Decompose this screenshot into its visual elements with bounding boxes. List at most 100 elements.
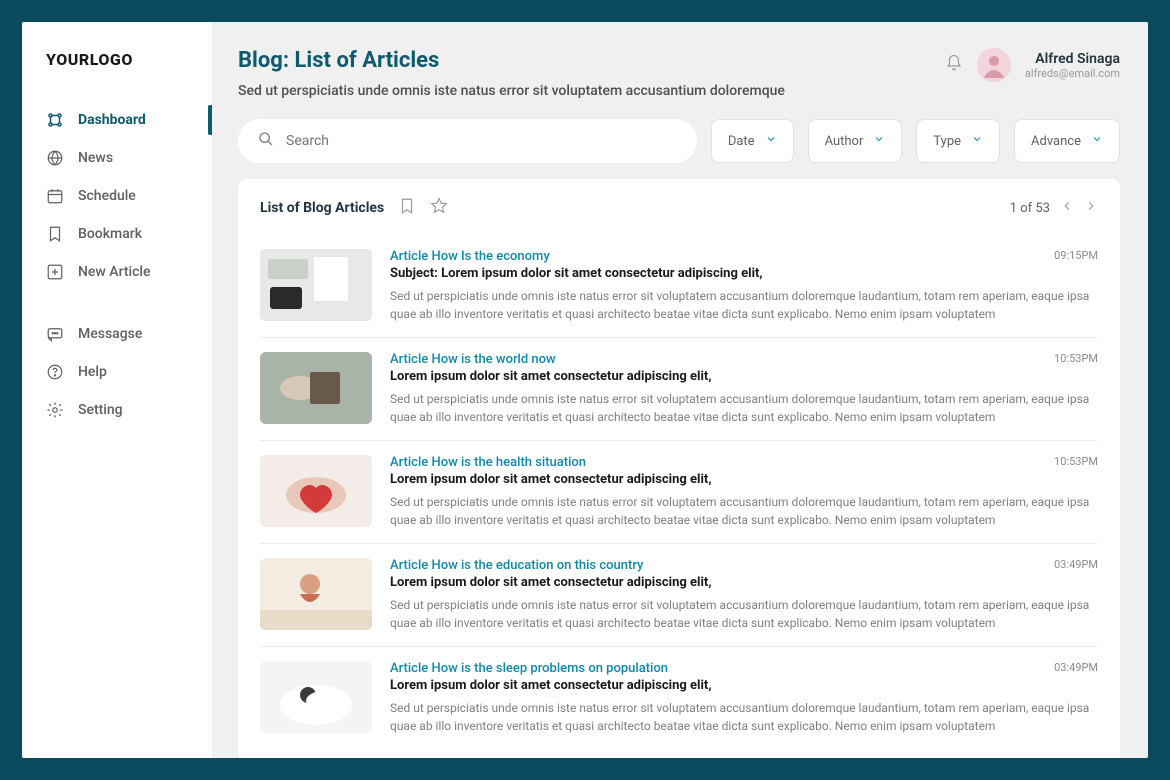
article-time: 10:53PM [1054, 352, 1098, 365]
sidebar-item-schedule[interactable]: Schedule [22, 177, 212, 215]
article-thumbnail [260, 352, 372, 424]
article-thumbnail [260, 661, 372, 733]
article-title: Lorem ipsum dolor sit amet consectetur a… [390, 369, 712, 384]
sidebar-item-setting[interactable]: Setting [22, 391, 212, 429]
article-category: Article How is the world now [390, 352, 712, 367]
message-icon [46, 325, 64, 343]
nav-group-main: Dashboard News Schedule Bookmark [22, 101, 212, 291]
user-block: Alfred Sinaga alfreds@email.com [945, 48, 1120, 82]
filter-author[interactable]: Author [808, 119, 903, 163]
filter-label: Advance [1031, 134, 1081, 149]
article-row[interactable]: Article How is the sleep problems on pop… [260, 647, 1098, 749]
article-description: Sed ut perspiciatis unde omnis iste natu… [390, 596, 1098, 632]
sidebar-item-messages[interactable]: Messagse [22, 315, 212, 353]
list-title-row: List of Blog Articles [260, 197, 448, 219]
search-box[interactable] [238, 119, 697, 163]
user-email: alfreds@email.com [1025, 67, 1120, 80]
sidebar-item-bookmark[interactable]: Bookmark [22, 215, 212, 253]
dashboard-icon [46, 111, 64, 129]
article-row[interactable]: Article How is the health situation Lore… [260, 441, 1098, 544]
sidebar-item-label: Messagse [78, 326, 142, 342]
article-body: Article How is the sleep problems on pop… [390, 661, 1098, 735]
notifications-icon[interactable] [945, 54, 963, 76]
article-row[interactable]: Article How Is the economy Subject: Lore… [260, 235, 1098, 338]
chevron-down-icon [873, 133, 885, 149]
list-title: List of Blog Articles [260, 200, 384, 216]
calendar-icon [46, 187, 64, 205]
sidebar-item-label: New Article [78, 264, 150, 280]
bookmark-icon [46, 225, 64, 243]
nav-group-secondary: Messagse Help Setting [22, 315, 212, 429]
sidebar-item-label: Setting [78, 402, 123, 418]
header: Blog: List of Articles Sed ut perspiciat… [238, 48, 1120, 99]
settings-icon [46, 401, 64, 419]
filter-label: Author [825, 134, 864, 149]
article-category: Article How is the sleep problems on pop… [390, 661, 712, 676]
article-title: Lorem ipsum dolor sit amet consectetur a… [390, 678, 712, 693]
filter-type[interactable]: Type [916, 119, 1000, 163]
page-subtitle: Sed ut perspiciatis unde omnis iste natu… [238, 83, 945, 99]
article-title: Lorem ipsum dolor sit amet consectetur a… [390, 472, 712, 487]
pager-next-icon[interactable] [1084, 199, 1098, 217]
article-body: Article How is the world now Lorem ipsum… [390, 352, 1098, 426]
article-body: Article How is the education on this cou… [390, 558, 1098, 632]
chevron-down-icon [1091, 133, 1103, 149]
filter-advance[interactable]: Advance [1014, 119, 1120, 163]
article-description: Sed ut perspiciatis unde omnis iste natu… [390, 287, 1098, 323]
article-thumbnail [260, 455, 372, 527]
sidebar-item-label: News [78, 150, 113, 166]
search-input[interactable] [286, 133, 677, 149]
filter-label: Date [728, 134, 755, 149]
sidebar: YOURLOGO Dashboard News Schedule [22, 22, 212, 758]
page-title: Blog: List of Articles [238, 48, 945, 73]
article-list-card: List of Blog Articles 1 of 53 [238, 179, 1120, 758]
pager: 1 of 53 [1010, 199, 1098, 217]
filter-date[interactable]: Date [711, 119, 794, 163]
article-category: Article How is the health situation [390, 455, 712, 470]
article-title: Subject: Lorem ipsum dolor sit amet cons… [390, 266, 763, 281]
bookmark-toggle-icon[interactable] [398, 197, 416, 219]
article-time: 10:53PM [1054, 455, 1098, 468]
sidebar-item-label: Help [78, 364, 107, 380]
article-row[interactable]: Article How is the education on this cou… [260, 544, 1098, 647]
star-toggle-icon[interactable] [430, 197, 448, 219]
help-icon [46, 363, 64, 381]
title-block: Blog: List of Articles Sed ut perspiciat… [238, 48, 945, 99]
main-content: Blog: List of Articles Sed ut perspiciat… [212, 22, 1148, 758]
sidebar-item-news[interactable]: News [22, 139, 212, 177]
user-name: Alfred Sinaga [1025, 51, 1120, 67]
article-description: Sed ut perspiciatis unde omnis iste natu… [390, 390, 1098, 426]
controls-row: Date Author Type Advance [238, 119, 1120, 163]
avatar[interactable] [977, 48, 1011, 82]
article-body: Article How Is the economy Subject: Lore… [390, 249, 1098, 323]
pager-label: 1 of 53 [1010, 201, 1050, 216]
filter-label: Type [933, 134, 961, 149]
article-thumbnail [260, 249, 372, 321]
article-title: Lorem ipsum dolor sit amet consectetur a… [390, 575, 712, 590]
article-time: 03:49PM [1054, 558, 1098, 571]
chevron-down-icon [765, 133, 777, 149]
article-description: Sed ut perspiciatis unde omnis iste natu… [390, 493, 1098, 529]
sidebar-item-label: Bookmark [78, 226, 142, 242]
globe-icon [46, 149, 64, 167]
sidebar-item-label: Schedule [78, 188, 136, 204]
article-thumbnail [260, 558, 372, 630]
sidebar-item-new-article[interactable]: New Article [22, 253, 212, 291]
plus-box-icon [46, 263, 64, 281]
article-time: 03:49PM [1054, 661, 1098, 674]
list-header: List of Blog Articles 1 of 53 [260, 197, 1098, 219]
article-time: 09:15PM [1054, 249, 1098, 262]
sidebar-item-help[interactable]: Help [22, 353, 212, 391]
article-description: Sed ut perspiciatis unde omnis iste natu… [390, 699, 1098, 735]
user-info: Alfred Sinaga alfreds@email.com [1025, 51, 1120, 80]
article-category: Article How Is the economy [390, 249, 763, 264]
chevron-down-icon [971, 133, 983, 149]
pager-prev-icon[interactable] [1060, 199, 1074, 217]
article-category: Article How is the education on this cou… [390, 558, 712, 573]
sidebar-item-dashboard[interactable]: Dashboard [22, 101, 212, 139]
sidebar-item-label: Dashboard [78, 112, 146, 128]
search-icon [258, 131, 274, 151]
article-body: Article How is the health situation Lore… [390, 455, 1098, 529]
article-row[interactable]: Article How is the world now Lorem ipsum… [260, 338, 1098, 441]
logo: YOURLOGO [22, 50, 212, 101]
